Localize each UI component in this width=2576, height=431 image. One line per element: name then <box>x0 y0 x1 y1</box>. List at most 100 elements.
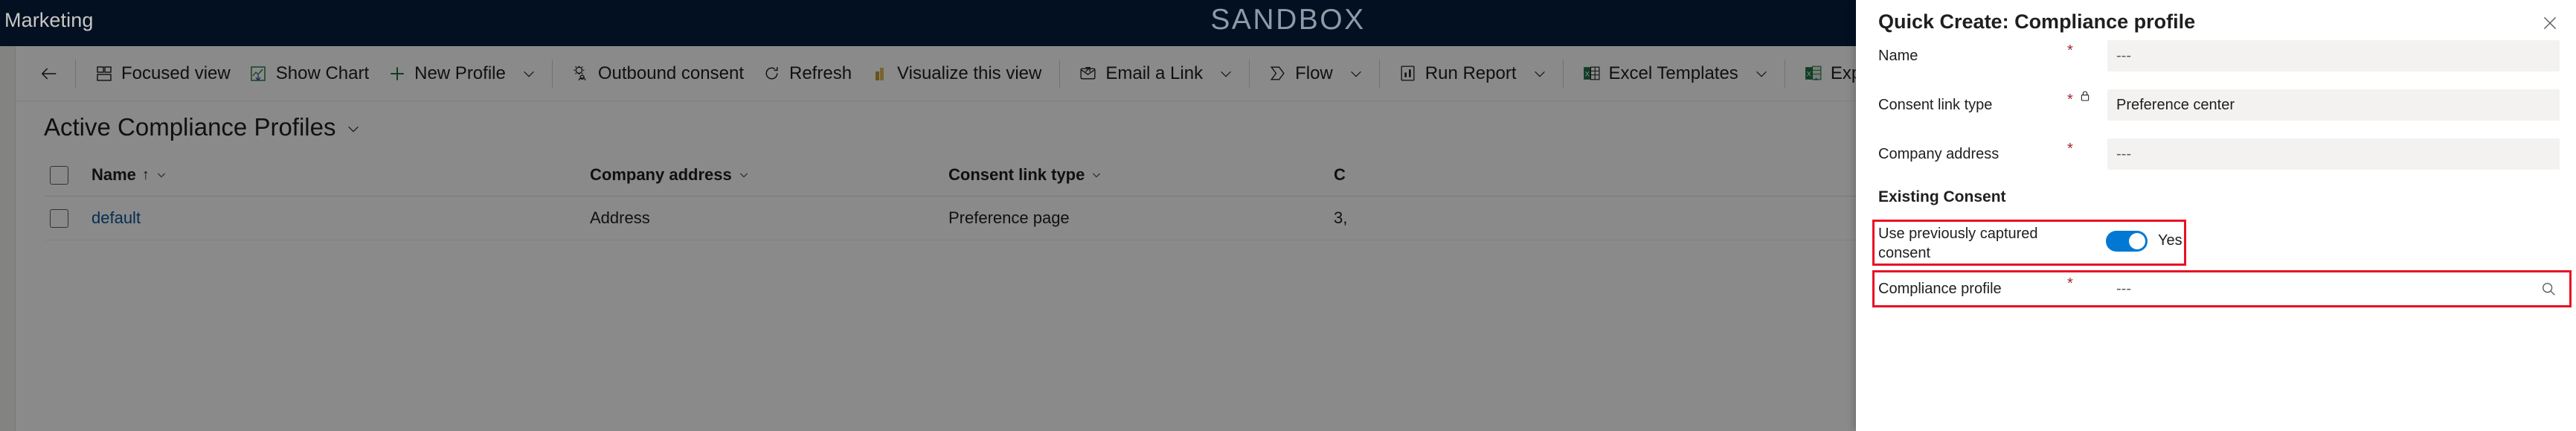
excel-templates-chevron-down-icon[interactable] <box>1747 55 1776 92</box>
row-select-checkbox[interactable] <box>44 197 91 240</box>
focused-view-icon <box>94 63 114 83</box>
command-label: Flow <box>1295 63 1333 83</box>
required-asterisk: * <box>2067 42 2073 59</box>
field-compliance-profile: Compliance profile * --- <box>1856 272 2576 306</box>
column-label: C <box>1334 165 1346 184</box>
column-label: Name <box>91 165 136 184</box>
field-label: Compliance profile <box>1878 280 2002 297</box>
command-email-a-link[interactable]: Email a Link <box>1069 54 1212 93</box>
command-label: Show Chart <box>275 63 370 83</box>
chevron-down-icon[interactable] <box>738 169 750 181</box>
command-label: Export to Excel <box>1830 63 1856 83</box>
data-grid: Name ↑ Company address Consent link type… <box>44 154 1856 431</box>
toggle-state-label: Yes <box>2158 232 2182 249</box>
lock-icon <box>2079 89 2091 103</box>
show-chart-icon <box>248 63 269 83</box>
report-icon <box>1398 63 1418 83</box>
cell-name[interactable]: default <box>91 197 590 240</box>
column-header-truncated[interactable]: C <box>1334 154 1856 196</box>
column-header-company-address[interactable]: Company address <box>590 154 948 196</box>
quick-create-panel: Quick Create: Compliance profile Name * … <box>1856 0 2576 431</box>
command-label: New Profile <box>414 63 506 83</box>
command-bar-divider <box>1562 59 1564 88</box>
flow-chevron-down-icon[interactable] <box>1342 55 1370 92</box>
command-bar-divider <box>551 59 553 88</box>
sort-ascending-icon: ↑ <box>141 166 150 183</box>
select-all-checkbox[interactable] <box>44 154 91 196</box>
required-asterisk: * <box>2067 92 2073 108</box>
app-root: Focused view Show Chart New Profile Outb… <box>0 0 2576 431</box>
chevron-down-icon[interactable] <box>155 169 167 181</box>
name-input[interactable]: --- <box>2107 40 2560 71</box>
command-outbound-consent[interactable]: Outbound consent <box>562 54 753 93</box>
cell-value: 3, <box>1334 208 1348 227</box>
new-profile-chevron-down-icon[interactable] <box>515 55 543 92</box>
excel-icon: X <box>1803 63 1823 83</box>
command-label: Run Report <box>1424 63 1517 83</box>
command-new-profile[interactable]: New Profile <box>378 54 515 93</box>
command-bar-divider <box>1059 59 1061 88</box>
section-title-existing-consent: Existing Consent <box>1878 188 2006 205</box>
gear-person-icon <box>571 63 591 83</box>
toggle-label: Use previously captured consent <box>1878 226 2038 261</box>
checkbox-icon <box>50 208 68 228</box>
command-label: Excel Templates <box>1608 63 1738 83</box>
command-bar-divider <box>1378 59 1380 88</box>
cell-value: Address <box>590 208 650 227</box>
command-export-to-excel[interactable]: X Export to Excel <box>1794 54 1856 93</box>
svg-text:X: X <box>1806 71 1811 78</box>
command-flow[interactable]: Flow <box>1259 54 1342 93</box>
field-name: Name * --- <box>1856 39 2576 73</box>
field-label: Company address <box>1878 145 2000 162</box>
plus-icon <box>387 63 407 83</box>
svg-text:X: X <box>1584 71 1590 78</box>
command-show-chart[interactable]: Show Chart <box>240 54 378 93</box>
company-address-input[interactable]: --- <box>2107 138 2560 170</box>
background-app: Focused view Show Chart New Profile Outb… <box>0 46 1856 431</box>
close-icon <box>2540 13 2560 33</box>
use-previously-captured-consent-toggle[interactable] <box>2106 231 2148 252</box>
view-selector-chevron-down-icon[interactable] <box>345 121 362 139</box>
command-run-report[interactable]: Run Report <box>1389 54 1526 93</box>
flow-icon <box>1268 63 1288 83</box>
consent-link-type-input[interactable]: Preference center <box>2107 89 2560 121</box>
command-bar-divider <box>1249 59 1250 88</box>
command-excel-templates[interactable]: X Excel Templates <box>1573 54 1747 93</box>
cell-consent-link-type: Preference page <box>948 197 1334 240</box>
field-label: Name <box>1878 47 1918 64</box>
cell-truncated: 3, <box>1334 197 1856 240</box>
run-report-chevron-down-icon[interactable] <box>1526 55 1554 92</box>
grid-header-row: Name ↑ Company address Consent link type… <box>44 154 1856 197</box>
email-link-icon <box>1078 63 1098 83</box>
command-focused-view[interactable]: Focused view <box>85 54 240 93</box>
column-header-name[interactable]: Name ↑ <box>91 154 590 196</box>
column-header-consent-link-type[interactable]: Consent link type <box>948 154 1334 196</box>
toggle-knob <box>2129 233 2145 249</box>
command-label: Focused view <box>121 63 231 83</box>
panel-title: Quick Create: Compliance profile <box>1878 10 2196 33</box>
chevron-down-icon[interactable] <box>1091 169 1102 181</box>
column-label: Company address <box>590 165 732 184</box>
page-title: Active Compliance Profiles <box>44 113 336 141</box>
close-button[interactable] <box>2534 7 2566 39</box>
table-row[interactable]: default Address Preference page 3, <box>44 197 1856 240</box>
excel-templates-icon: X <box>1581 63 1602 83</box>
command-refresh[interactable]: Refresh <box>753 54 861 93</box>
back-arrow-icon <box>39 63 60 84</box>
field-label: Consent link type <box>1878 96 1993 113</box>
command-label: Email a Link <box>1105 63 1204 83</box>
record-link[interactable]: default <box>91 208 141 228</box>
required-asterisk: * <box>2067 141 2073 157</box>
field-consent-link-type: Consent link type * Preference center <box>1856 88 2576 122</box>
lookup-search-icon[interactable] <box>2540 281 2557 297</box>
refresh-icon <box>762 63 782 83</box>
required-asterisk: * <box>2067 275 2073 292</box>
back-button[interactable] <box>32 57 66 91</box>
field-company-address: Company address * --- <box>1856 137 2576 171</box>
view-selector[interactable]: Active Compliance Profiles <box>44 115 362 139</box>
command-bar: Focused view Show Chart New Profile Outb… <box>16 46 1856 101</box>
content-area: Focused view Show Chart New Profile Outb… <box>16 46 1856 431</box>
email-link-chevron-down-icon[interactable] <box>1212 55 1240 92</box>
compliance-profile-lookup-input[interactable]: --- <box>2107 273 2561 304</box>
command-visualize-this-view[interactable]: Visualize this view <box>861 54 1050 93</box>
